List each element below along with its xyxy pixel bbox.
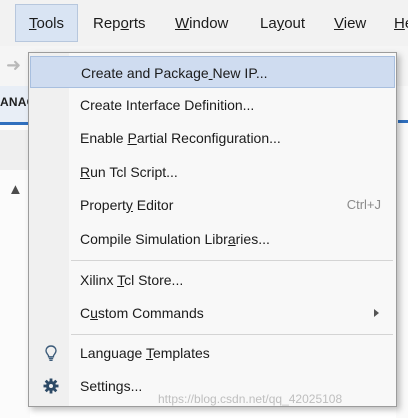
menu-help[interactable]: He (394, 12, 408, 36)
menu-item-shortcut: Ctrl+J (346, 197, 381, 212)
menu-item-enable-partial-reconfiguration[interactable]: Enable Partial Reconfiguration... (30, 122, 395, 154)
menu-item-compile-simulation-libraries[interactable]: Compile Simulation Libraries... (30, 223, 395, 255)
redo-arrow-icon[interactable]: ➜ (6, 55, 21, 76)
menu-layout[interactable]: Layout (260, 12, 305, 36)
menu-item-run-tcl-script[interactable]: Run Tcl Script... (30, 156, 395, 188)
menu-item-label: Settings... (80, 378, 143, 394)
menu-item-property-editor[interactable]: Property Editor Ctrl+J (30, 189, 395, 221)
menu-item-custom-commands[interactable]: Custom Commands (30, 297, 395, 329)
menu-item-label: Xilinx Tcl Store... (80, 272, 184, 288)
lightbulb-icon (42, 344, 60, 362)
menu-item-label: Run Tcl Script... (80, 164, 178, 180)
submenu-arrow-icon (374, 309, 379, 317)
menu-view[interactable]: View (334, 12, 366, 36)
menu-reports[interactable]: Reports (93, 12, 146, 36)
menu-item-create-interface-definition[interactable]: Create Interface Definition... (30, 89, 395, 121)
side-panel-band (0, 130, 30, 170)
menu-item-label: Custom Commands (80, 305, 204, 321)
tools-dropdown-menu: Create and Package New IP... Create Inte… (28, 52, 397, 407)
watermark: https://blog.csdn.net/qq_42025108 (158, 392, 343, 406)
gear-icon (42, 377, 60, 395)
menu-item-xilinx-tcl-store[interactable]: Xilinx Tcl Store... (30, 264, 395, 296)
menu-bar: Tools Reports Window Layout View He (0, 0, 408, 47)
menu-window[interactable]: Window (175, 12, 228, 36)
menu-item-create-package-ip[interactable]: Create and Package New IP... (30, 56, 395, 88)
menu-item-label: Create Interface Definition... (80, 97, 255, 113)
menu-item-label: Create and Package New IP... (81, 65, 268, 81)
sort-arrows-icon[interactable]: ▲ (8, 181, 23, 198)
menu-item-label: Property Editor (80, 197, 174, 213)
right-panel-accent (398, 120, 408, 123)
menu-separator (71, 334, 393, 335)
app-window: Tools Reports Window Layout View He ➜ AN… (0, 0, 408, 418)
menu-separator (71, 260, 393, 261)
menu-item-label: Compile Simulation Libraries... (80, 231, 270, 247)
menu-tools[interactable]: Tools (15, 4, 78, 42)
menu-item-label: Enable Partial Reconfiguration... (80, 130, 281, 146)
menu-item-label: Language Templates (80, 345, 210, 361)
menu-item-language-templates[interactable]: Language Templates (30, 337, 395, 369)
right-panel-edge (396, 86, 408, 418)
